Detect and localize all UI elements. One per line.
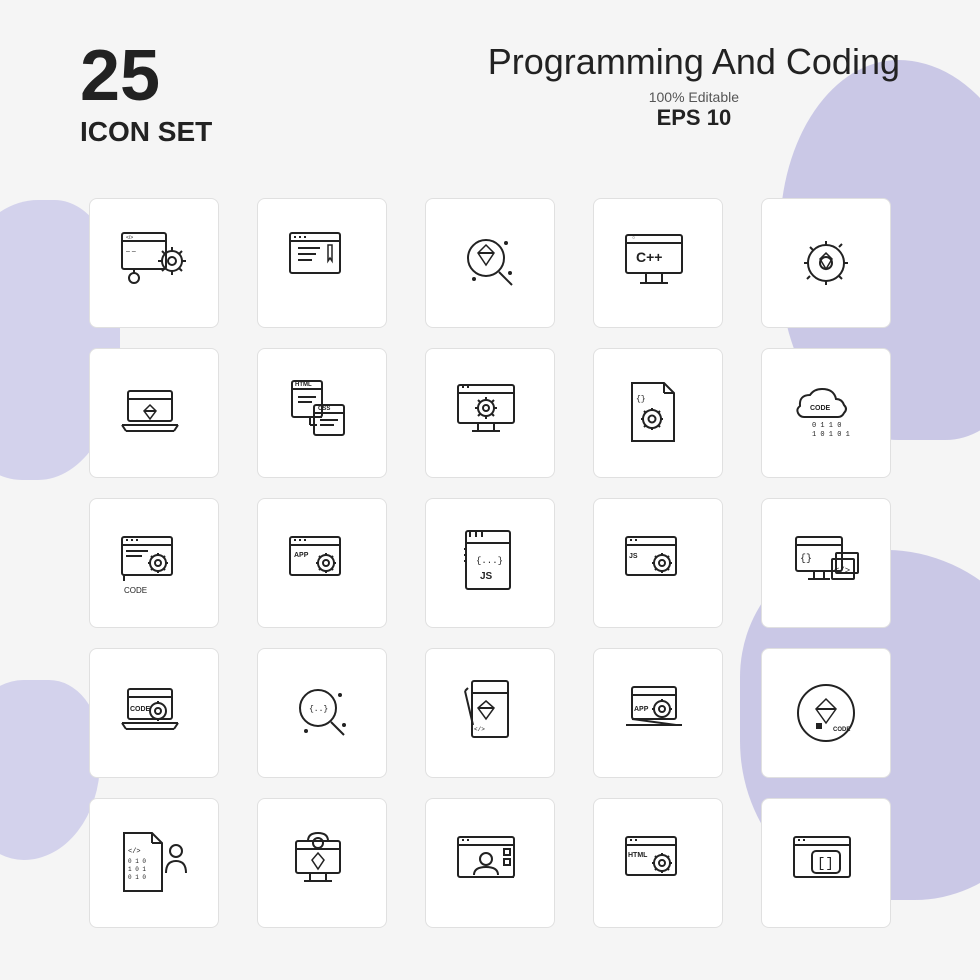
icon-search-diamond[interactable] bbox=[425, 198, 555, 328]
icon-gear-diamond[interactable] bbox=[761, 198, 891, 328]
svg-text:APP: APP bbox=[634, 706, 649, 713]
svg-text:0 1 0: 0 1 0 bbox=[128, 874, 146, 881]
svg-text:JS: JS bbox=[629, 553, 638, 560]
svg-text:{}: {} bbox=[800, 553, 812, 565]
icon-laptop-code-gear[interactable]: CODE bbox=[89, 648, 219, 778]
eps-label: EPS 10 bbox=[488, 105, 900, 131]
icon-html-css[interactable]: HTML CSS bbox=[257, 348, 387, 478]
editable-label: 100% Editable bbox=[488, 89, 900, 105]
icon-web-bookmark[interactable] bbox=[257, 198, 387, 328]
icon-browser-ux[interactable] bbox=[425, 798, 555, 928]
svg-text:</>: </> bbox=[474, 726, 485, 733]
svg-text:1 0 1 0 1: 1 0 1 0 1 bbox=[812, 431, 850, 439]
svg-text:JS: JS bbox=[480, 571, 493, 582]
icon-browser-gear[interactable]: CODE bbox=[89, 498, 219, 628]
svg-text:{..}: {..} bbox=[309, 705, 328, 714]
header-left: 25 ICON SET bbox=[80, 40, 212, 148]
page-title: Programming And Coding bbox=[488, 40, 900, 83]
svg-text:1 0 1: 1 0 1 bbox=[128, 866, 146, 873]
svg-text:HTML: HTML bbox=[628, 852, 648, 859]
svg-text:‒ ‒: ‒ ‒ bbox=[126, 248, 136, 255]
svg-text:C++: C++ bbox=[636, 249, 662, 265]
svg-text:CSS: CSS bbox=[318, 406, 330, 412]
svg-text:APP: APP bbox=[294, 552, 309, 559]
icon-js-notebook[interactable]: {...} JS bbox=[425, 498, 555, 628]
icon-monitor-gear[interactable] bbox=[425, 348, 555, 478]
icon-set-label: ICON SET bbox=[80, 116, 212, 148]
icon-browser-html-gear[interactable]: HTML bbox=[593, 798, 723, 928]
icon-grid: </> ‒ ‒ bbox=[0, 178, 980, 948]
header: 25 ICON SET Programming And Coding 100% … bbox=[0, 0, 980, 168]
svg-text:CODE: CODE bbox=[124, 586, 147, 595]
svg-text:</>: </> bbox=[126, 235, 133, 241]
svg-text:0 1 1 0: 0 1 1 0 bbox=[812, 422, 841, 430]
icon-circle-diamond-code[interactable]: CODE bbox=[761, 648, 891, 778]
icon-file-gear[interactable]: {} bbox=[593, 348, 723, 478]
icon-app-gear2[interactable]: APP bbox=[593, 648, 723, 778]
icon-count: 25 bbox=[80, 40, 212, 112]
icon-file-code-person[interactable]: </> 0 1 0 1 0 1 0 1 0 bbox=[89, 798, 219, 928]
svg-text:CODE: CODE bbox=[833, 727, 850, 733]
header-right: Programming And Coding 100% Editable EPS… bbox=[488, 40, 900, 131]
svg-text:HTML: HTML bbox=[295, 382, 312, 388]
icon-cpp-monitor[interactable]: ○ C++ bbox=[593, 198, 723, 328]
svg-text:CODE: CODE bbox=[810, 405, 831, 412]
icon-app-gear[interactable]: APP bbox=[257, 498, 387, 628]
svg-text:[]: [] bbox=[817, 856, 834, 872]
icon-browser-bracket[interactable]: [] bbox=[761, 798, 891, 928]
icon-search-code-circle[interactable]: {..} bbox=[257, 648, 387, 778]
icon-person-diamond-monitor[interactable] bbox=[257, 798, 387, 928]
icon-laptop-diamond[interactable] bbox=[89, 348, 219, 478]
icon-cloud-code[interactable]: CODE 0 1 1 0 1 0 1 0 1 bbox=[761, 348, 891, 478]
icon-web-code-settings[interactable]: </> ‒ ‒ bbox=[89, 198, 219, 328]
svg-text:○: ○ bbox=[632, 235, 635, 241]
icon-pen-diamond-file[interactable]: </> bbox=[425, 648, 555, 778]
svg-text:{...}: {...} bbox=[476, 556, 503, 566]
svg-text:</>: </> bbox=[128, 848, 141, 856]
icon-monitor-code-layers[interactable]: {} </> bbox=[761, 498, 891, 628]
svg-text:{}: {} bbox=[636, 395, 646, 404]
svg-text:0 1 0: 0 1 0 bbox=[128, 858, 146, 865]
icon-browser-js-gear[interactable]: JS bbox=[593, 498, 723, 628]
svg-text:CODE: CODE bbox=[130, 706, 151, 713]
